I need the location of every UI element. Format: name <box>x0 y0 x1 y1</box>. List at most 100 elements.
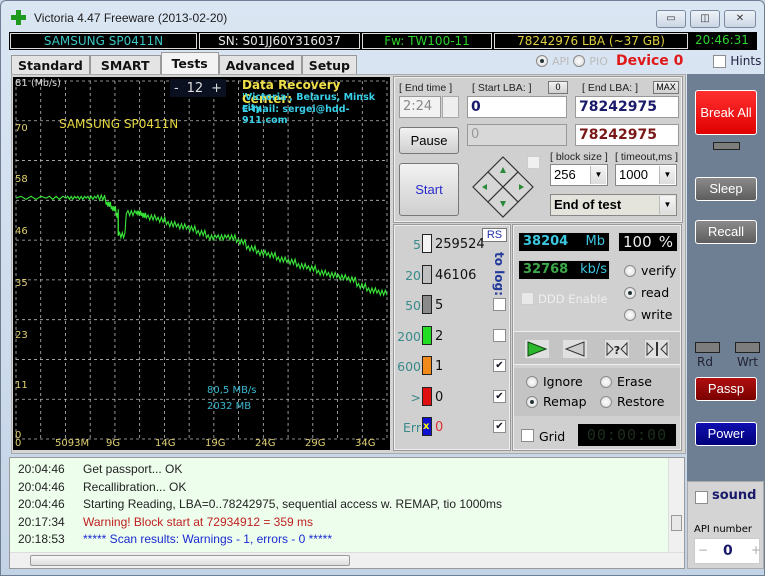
stat-row: 600 1 ✔ <box>395 356 506 378</box>
y-tick-label: 70 <box>15 123 28 134</box>
stat-count: 0 <box>435 389 444 405</box>
read-indicator <box>695 342 720 353</box>
log-hscroll-thumb[interactable] <box>30 555 350 566</box>
zoom-minus-button[interactable]: - <box>174 81 179 96</box>
stat-log-checkbox[interactable]: ✔ <box>493 389 506 403</box>
y-tick-label: 81 <box>15 78 28 89</box>
stat-color-swatch <box>422 264 432 284</box>
verify-label: verify <box>641 263 677 278</box>
play-forward-button[interactable] <box>524 339 550 359</box>
end-action-select[interactable]: End of test ▼ <box>550 194 677 216</box>
erase-label: Erase <box>617 374 652 389</box>
start-button[interactable]: Start <box>399 163 459 216</box>
y-tick-label: 11 <box>15 380 28 391</box>
minimize-button[interactable]: ▭ <box>656 10 686 28</box>
pio-radio[interactable] <box>573 55 586 67</box>
maximize-button[interactable]: ◫ <box>690 10 720 28</box>
window-title: Victoria 4.47 Freeware (2013-02-20) <box>34 11 228 25</box>
speed-value: 32768 <box>523 262 569 277</box>
butterfly-button[interactable] <box>644 339 670 359</box>
processed-mb-value: 38204 <box>523 234 569 249</box>
end-time-label: [ End time ] <box>399 82 453 94</box>
tab-advanced[interactable]: Advanced <box>218 55 302 74</box>
api-decrement-button[interactable]: − <box>698 543 708 557</box>
hints-checkbox[interactable] <box>713 54 727 68</box>
svg-text:?: ? <box>614 344 620 357</box>
grid-label: Grid <box>539 429 566 444</box>
end-time-field[interactable]: 2:24 <box>399 96 441 118</box>
stat-color-swatch <box>422 386 432 406</box>
sound-api-panel: sound API number − 0 + <box>687 481 764 569</box>
start-lba-reset-button[interactable]: 0 <box>548 81 568 94</box>
end-time-spinner[interactable] <box>442 96 459 118</box>
end-lba-input[interactable]: 78242975 <box>575 96 679 118</box>
chevron-down-icon: ▼ <box>590 166 606 184</box>
restore-radio[interactable] <box>600 396 612 408</box>
api-number-stepper[interactable]: − 0 + <box>694 538 761 564</box>
log-vertical-scrollbar[interactable] <box>668 458 684 552</box>
sleep-button[interactable]: Sleep <box>695 177 757 201</box>
end-lba-max-button[interactable]: MAX <box>653 81 679 94</box>
stat-threshold: > <box>410 389 421 405</box>
verify-radio[interactable] <box>624 265 636 277</box>
tab-standard[interactable]: Standard <box>11 55 90 74</box>
end-action-value: End of test <box>554 197 622 212</box>
x-tick-label: 24G <box>255 438 275 449</box>
log-vscroll-thumb[interactable] <box>671 515 682 531</box>
block-size-select[interactable]: 256 ▼ <box>550 164 608 186</box>
main-window: Victoria 4.47 Freeware (2013-02-20) ▭ ◫ … <box>0 0 765 576</box>
api-number-value[interactable]: 0 <box>723 543 733 559</box>
stat-log-checkbox[interactable] <box>493 328 506 342</box>
recall-button[interactable]: Recall <box>695 220 757 244</box>
tab-smart[interactable]: SMART <box>89 55 161 74</box>
zoom-plus-button[interactable]: + <box>211 81 222 96</box>
close-button[interactable]: ✕ <box>724 10 756 28</box>
power-button[interactable]: Power <box>695 422 757 446</box>
start-lba-input[interactable]: 0 <box>467 96 567 118</box>
ignore-radio[interactable] <box>526 376 538 388</box>
random-seek-button[interactable]: ? <box>604 339 630 359</box>
log-horizontal-scrollbar[interactable] <box>10 552 684 568</box>
api-increment-button[interactable]: + <box>751 543 761 557</box>
stat-log-checkbox[interactable]: ✔ <box>493 420 506 433</box>
tab-tests[interactable]: Tests <box>160 52 219 74</box>
erase-radio[interactable] <box>600 376 612 388</box>
passport-button[interactable]: Passp <box>695 377 757 401</box>
stat-color-swatch <box>422 356 432 375</box>
drive-info-bar: SAMSUNG SP0411N SN: S01JJ60Y316037 Fw: T… <box>9 32 757 50</box>
tab-setup[interactable]: Setup <box>301 55 357 74</box>
log-entry: 20:04:46 Starting Reading, LBA=0..7824297… <box>18 497 502 511</box>
grid-checkbox[interactable] <box>521 429 534 442</box>
clock: 20:46:31 <box>695 33 749 47</box>
percent-value: 100 <box>623 233 652 251</box>
x-tick-label: 9G <box>106 438 120 449</box>
remap-label: Remap <box>543 394 587 409</box>
dpad-checkbox[interactable] <box>527 156 540 169</box>
stat-row: Err x 0 ✔ <box>395 417 506 439</box>
remap-radio[interactable] <box>526 396 538 408</box>
break-all-button[interactable]: Break All <box>695 90 757 135</box>
read-radio[interactable] <box>624 287 636 299</box>
stat-log-checkbox[interactable]: ✔ <box>493 359 506 372</box>
ddd-enable-checkbox[interactable] <box>521 292 534 305</box>
speed-graph: 81 70 58 46 35 23 11 0 (Mb/s) 0 5093M 9G 14G 19G 24G 29… <box>13 77 390 450</box>
stat-threshold: Err <box>403 420 421 435</box>
write-label: write <box>641 307 673 322</box>
sound-checkbox[interactable] <box>695 491 708 504</box>
percent-unit: % <box>658 233 673 251</box>
pause-button[interactable]: Pause <box>399 127 459 154</box>
write-radio[interactable] <box>624 309 636 321</box>
api-radio[interactable] <box>536 55 548 67</box>
stat-threshold: 20 <box>405 267 421 283</box>
play-backward-button[interactable] <box>562 339 588 359</box>
pio-label: PIO <box>589 54 608 68</box>
log-text: Recallibration... OK <box>83 479 187 494</box>
zoom-value: 12 <box>186 80 204 96</box>
stat-row: 200 2 <box>395 325 506 348</box>
stat-color-swatch: x <box>422 417 432 436</box>
processed-mb-display: 38204 Mb <box>518 232 610 252</box>
wrt-label: Wrt <box>737 355 758 369</box>
error-action-group: Ignore Erase Remap Restore <box>514 368 680 416</box>
timeout-select[interactable]: 1000 ▼ <box>615 164 677 186</box>
stat-log-checkbox[interactable] <box>493 298 506 311</box>
